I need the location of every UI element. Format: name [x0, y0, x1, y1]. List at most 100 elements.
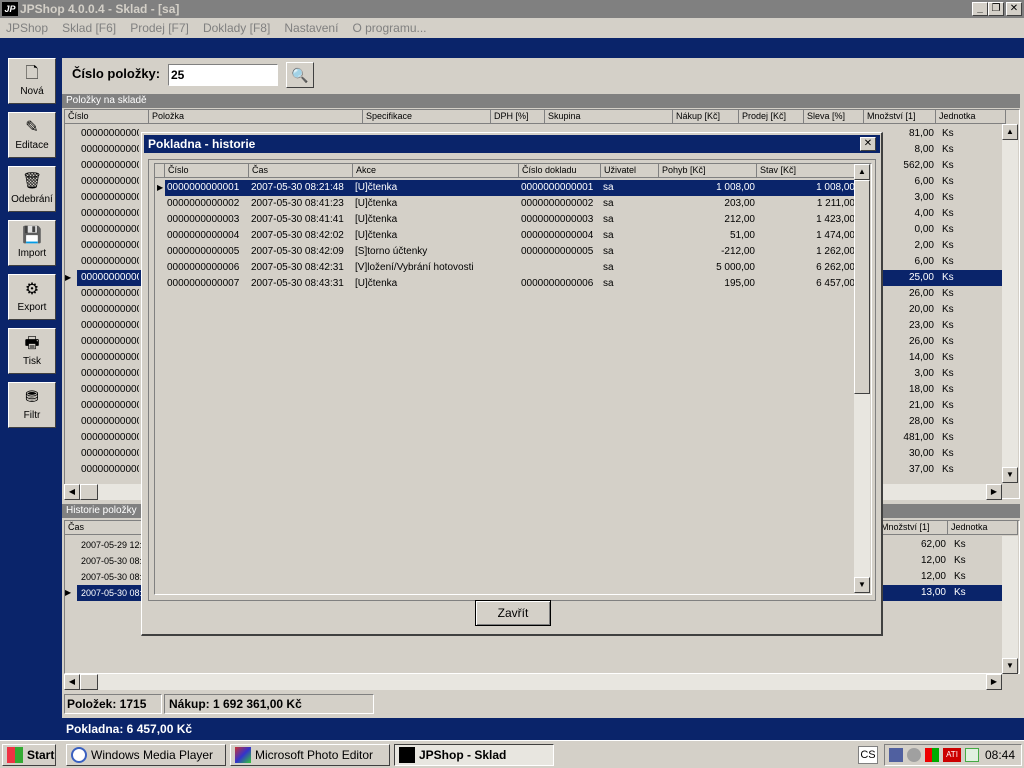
unit-cell: Ks [942, 304, 954, 315]
dialog-close-button[interactable]: ✕ [860, 137, 876, 151]
column-header[interactable]: Číslo [165, 164, 249, 178]
vscroll-thumb[interactable] [854, 180, 870, 394]
balance-cell: 1 008,00 [816, 182, 855, 193]
task-jpshop[interactable]: JPShop - Sklad [394, 744, 554, 766]
column-header[interactable]: Nákup [Kč] [673, 110, 739, 124]
minimize-button[interactable]: _ [972, 2, 988, 16]
print-button[interactable]: 🖶 Tisk [8, 328, 56, 374]
item-number-cell: 00000000000 [81, 192, 139, 203]
number-cell: 0000000000003 [167, 214, 240, 225]
ati-icon[interactable]: ATI [943, 748, 961, 762]
menu-sklad[interactable]: Sklad [F6] [56, 18, 121, 35]
unit-cell: Ks [942, 336, 954, 347]
column-header[interactable]: Prodej [Kč] [739, 110, 804, 124]
unit-cell: Ks [954, 555, 966, 566]
column-header[interactable]: Stav [Kč] [757, 164, 857, 178]
balance-cell: 1 423,00 [816, 214, 855, 225]
scroll-up-button[interactable]: ▲ [1002, 124, 1018, 140]
item-number-cell: 00000000000 [81, 464, 139, 475]
network-icon[interactable] [889, 748, 903, 762]
menu-nastaveni[interactable]: Nastavení [278, 18, 343, 35]
action-cell: [U]čtenka [355, 182, 398, 193]
items-vscrollbar[interactable]: ▲ ▼ [1002, 124, 1018, 483]
user-cell: sa [603, 182, 614, 193]
balance-cell: 6 262,00 [816, 262, 855, 273]
hscroll-thumb[interactable] [80, 674, 98, 690]
action-cell: [U]čtenka [355, 278, 398, 289]
menu-jpshop[interactable]: JPShop [0, 18, 53, 35]
remove-button[interactable]: 🗑 Odebrání [8, 166, 56, 212]
table-row[interactable]: 0000000000006 2007-05-30 08:42:31 [V]ložen… [155, 260, 855, 276]
table-row[interactable]: 0000000000003 2007-05-30 08:41:41 [U]čtenk… [155, 212, 855, 228]
task-photo-editor[interactable]: Microsoft Photo Editor [230, 744, 390, 766]
column-header[interactable]: Číslo [65, 110, 149, 124]
column-header[interactable]: Akce [353, 164, 519, 178]
column-header[interactable]: Čas [65, 521, 149, 535]
table-row[interactable]: 0000000000005 2007-05-30 08:42:09 [S]torno… [155, 244, 855, 260]
table-row[interactable]: ▶ 0000000000001 2007-05-30 08:21:48 [U]čten… [155, 180, 855, 196]
clock-sync-icon[interactable] [907, 748, 921, 762]
export-button[interactable]: ⚙ Export [8, 274, 56, 320]
movement-cell: -212,00 [721, 246, 755, 257]
task-windows-media-player[interactable]: Windows Media Player [66, 744, 226, 766]
column-header[interactable]: Uživatel [601, 164, 659, 178]
scroll-down-button[interactable]: ▼ [1002, 658, 1018, 674]
column-header[interactable]: Skupina [545, 110, 673, 124]
column-header[interactable]: Množství [1] [864, 110, 936, 124]
scroll-down-button[interactable]: ▼ [1002, 467, 1018, 483]
column-header[interactable]: Číslo dokladu [519, 164, 601, 178]
dialog-vscrollbar[interactable]: ▲ ▼ [854, 164, 870, 593]
new-button[interactable]: 🗋 Nová [8, 58, 56, 104]
menu-o-programu[interactable]: O programu... [346, 18, 431, 35]
item-number-input[interactable] [168, 64, 278, 86]
scroll-left-button[interactable]: ◀ [64, 484, 80, 500]
filter-button[interactable]: ⛃ Filtr [8, 382, 56, 428]
window-title: JPShop 4.0.0.4 - Sklad - [sa] [20, 2, 180, 16]
unit-cell: Ks [942, 192, 954, 203]
import-button[interactable]: 💾 Import [8, 220, 56, 266]
scroll-up-button[interactable]: ▲ [854, 164, 870, 180]
number-cell: 0000000000004 [167, 230, 240, 241]
item-number-cell: 00000000000 [81, 176, 139, 187]
close-dialog-button[interactable]: Zavřít [475, 600, 551, 626]
scroll-left-button[interactable]: ◀ [64, 674, 80, 690]
history-hscrollbar[interactable]: ◀ ▶ [64, 674, 1002, 690]
unit-cell: Ks [942, 224, 954, 235]
table-row[interactable]: 0000000000004 2007-05-30 08:42:02 [U]čtenk… [155, 228, 855, 244]
column-header[interactable]: Pohyb [Kč] [659, 164, 757, 178]
start-button[interactable]: Start [2, 744, 56, 766]
user-cell: sa [603, 198, 614, 209]
scroll-down-button[interactable]: ▼ [854, 577, 870, 593]
item-number-cell: 00000000000 [81, 256, 139, 267]
column-header[interactable]: Sleva [%] [804, 110, 864, 124]
close-window-button[interactable]: ✕ [1006, 2, 1022, 16]
filter-button-label: Filtr [23, 410, 41, 421]
menu-prodej[interactable]: Prodej [F7] [124, 18, 194, 35]
action-cell: [U]čtenka [355, 230, 398, 241]
search-button[interactable]: 🔍 [286, 62, 314, 88]
action-cell: [U]čtenka [355, 214, 398, 225]
menu-doklady[interactable]: Doklady [F8] [197, 18, 275, 35]
column-header[interactable]: Čas [249, 164, 353, 178]
hscroll-thumb[interactable] [80, 484, 98, 500]
speaker-icon[interactable] [965, 748, 979, 762]
column-header[interactable]: Množství [1] [878, 521, 948, 535]
column-header[interactable]: Položka [149, 110, 363, 124]
movement-cell: 5 000,00 [716, 262, 755, 273]
item-number-cell: 00000000000 [81, 128, 139, 139]
column-header[interactable]: Specifikace [363, 110, 491, 124]
app-tray-icon[interactable] [925, 748, 939, 762]
column-header[interactable]: Jednotka [936, 110, 1006, 124]
balance-cell: 1 474,00 [816, 230, 855, 241]
maximize-button[interactable]: ❐ [988, 2, 1004, 16]
column-header[interactable]: DPH [%] [491, 110, 545, 124]
scroll-right-button[interactable]: ▶ [986, 674, 1002, 690]
history-vscrollbar[interactable]: ▼ [1002, 536, 1018, 674]
table-row[interactable]: 0000000000007 2007-05-30 08:43:31 [U]čtenk… [155, 276, 855, 292]
column-header[interactable]: Jednotka [948, 521, 1018, 535]
table-row[interactable]: 0000000000002 2007-05-30 08:41:23 [U]čtenk… [155, 196, 855, 212]
edit-button[interactable]: ✎ Editace [8, 112, 56, 158]
language-indicator[interactable]: CS [858, 746, 878, 764]
scroll-right-button[interactable]: ▶ [986, 484, 1002, 500]
item-number-cell: 00000000000 [81, 240, 139, 251]
